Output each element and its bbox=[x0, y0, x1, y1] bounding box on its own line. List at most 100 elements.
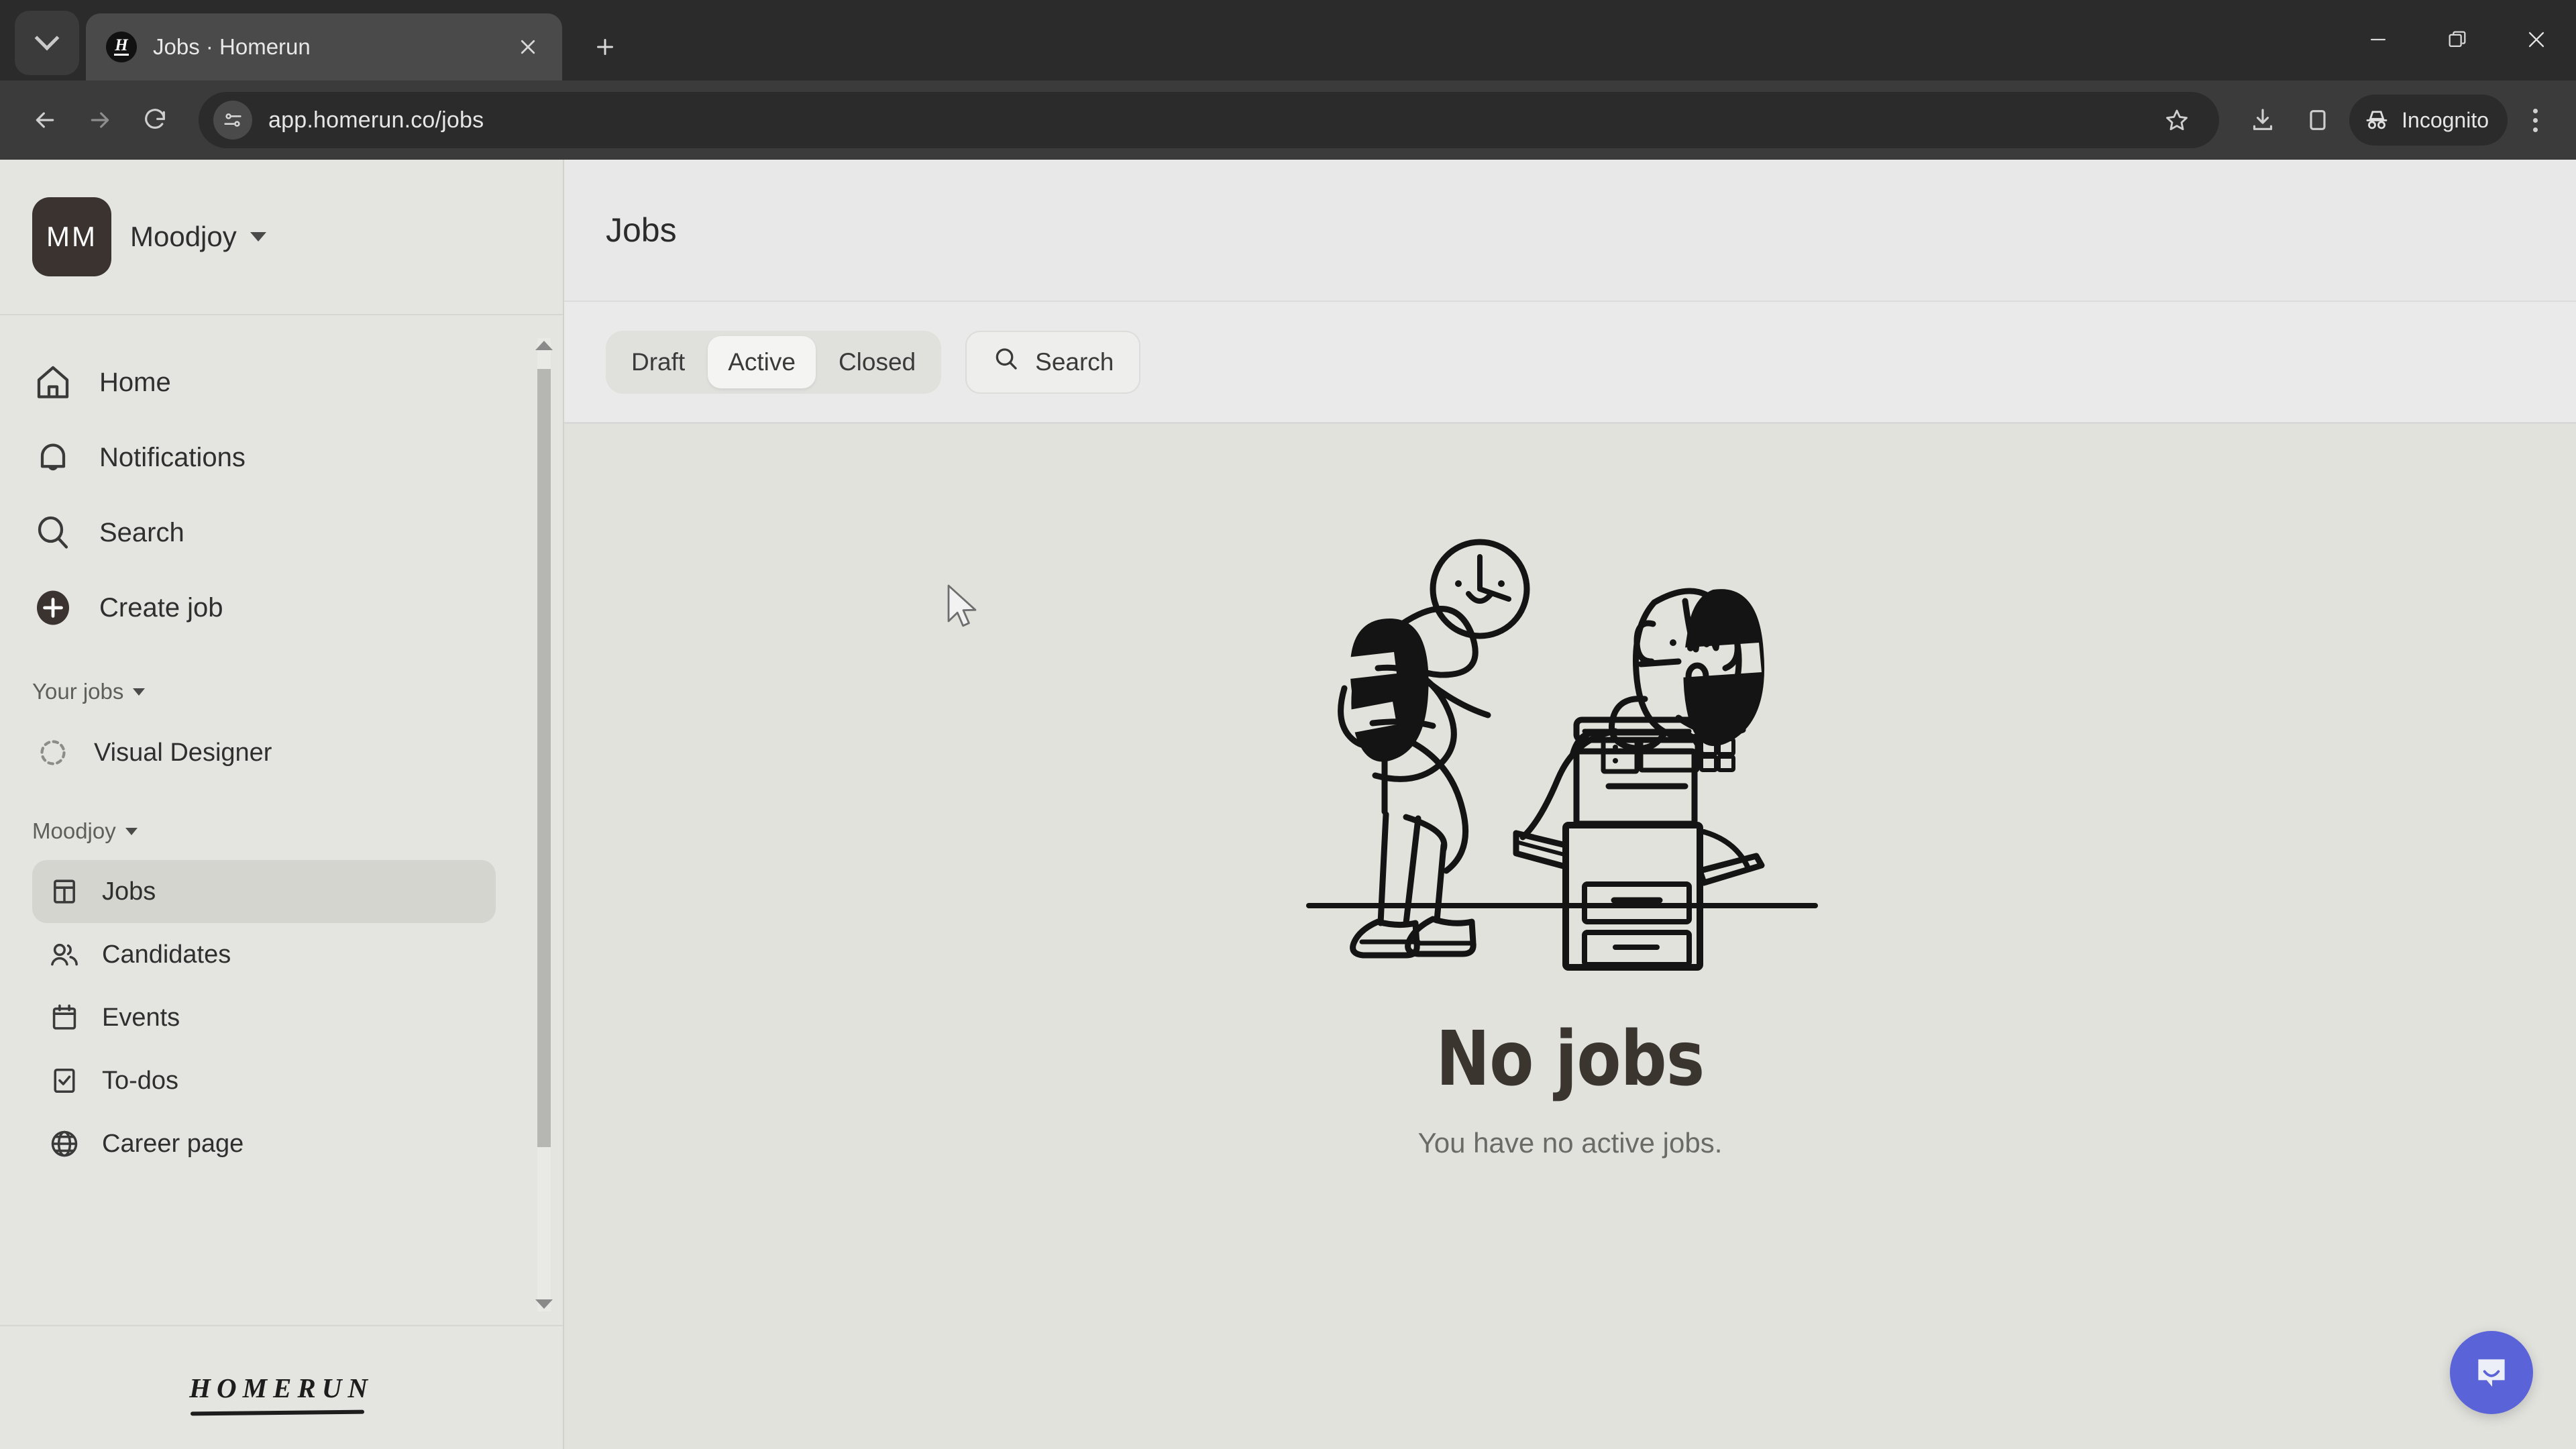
empty-state: No jobs You have no active jobs. bbox=[564, 424, 2576, 1449]
incognito-label: Incognito bbox=[2402, 107, 2489, 132]
incognito-indicator[interactable]: Incognito bbox=[2349, 95, 2508, 146]
sidebar-item-label: To-dos bbox=[102, 1066, 179, 1095]
empty-state-illustration bbox=[1305, 539, 1818, 971]
sidebar-item-label: Search bbox=[99, 517, 184, 547]
chevron-down-icon bbox=[250, 232, 266, 241]
search-button-label: Search bbox=[1035, 347, 1114, 376]
sidebar-item-label: Career page bbox=[102, 1129, 244, 1158]
chevron-down-icon bbox=[34, 25, 60, 51]
avatar: MM bbox=[32, 197, 111, 276]
side-panel-button[interactable] bbox=[2290, 93, 2345, 148]
sidebar-group-your-jobs[interactable]: Your jobs bbox=[0, 663, 563, 720]
status-filter-group: Draft Active Closed bbox=[606, 330, 942, 394]
sidebar-item-search[interactable]: Search bbox=[0, 495, 563, 570]
menu-dot bbox=[2532, 117, 2538, 123]
homerun-wordmark: HOMERUN bbox=[189, 1372, 374, 1403]
search-icon bbox=[32, 512, 74, 553]
sidebar-item-label: Events bbox=[102, 1003, 180, 1032]
menu-dot bbox=[2532, 108, 2538, 113]
empty-state-heading: No jobs bbox=[1436, 1016, 1705, 1103]
omnibox-actions bbox=[2149, 93, 2204, 148]
sidebar-item-to-dos[interactable]: To-dos bbox=[32, 1049, 496, 1112]
sidebar-item-jobs[interactable]: Jobs bbox=[32, 860, 496, 923]
sidebar-footer: HOMERUN bbox=[0, 1325, 563, 1449]
search-button[interactable]: Search bbox=[965, 330, 1141, 394]
forward-button[interactable] bbox=[72, 93, 127, 148]
site-settings-icon[interactable] bbox=[213, 101, 252, 140]
filter-tab-closed[interactable]: Closed bbox=[818, 336, 936, 388]
chat-launcher-button[interactable] bbox=[2450, 1331, 2533, 1414]
globe-icon bbox=[47, 1126, 82, 1161]
tab-search-button[interactable] bbox=[15, 11, 79, 75]
group-label: Moodjoy bbox=[32, 818, 116, 843]
close-tab-button[interactable] bbox=[508, 28, 547, 66]
maximize-restore-button[interactable] bbox=[2418, 0, 2497, 79]
dashed-circle-icon bbox=[38, 737, 68, 768]
downloads-button[interactable] bbox=[2235, 93, 2290, 148]
tab-strip: H Jobs · Homerun bbox=[0, 0, 2576, 80]
filter-toolbar: Draft Active Closed Search bbox=[564, 302, 2576, 424]
sidebar-item-events[interactable]: Events bbox=[32, 986, 496, 1049]
main-content: Jobs Draft Active Closed Search No jobs … bbox=[564, 160, 2576, 1449]
checkbox-icon bbox=[47, 1063, 82, 1098]
favicon-letter: H bbox=[115, 36, 128, 54]
chevron-down-icon bbox=[133, 688, 146, 696]
empty-state-subtext: You have no active jobs. bbox=[1417, 1127, 1723, 1159]
sidebar-item-label: Create job bbox=[99, 592, 223, 623]
scrollbar-thumb[interactable] bbox=[537, 369, 551, 1147]
bookmark-star-icon[interactable] bbox=[2149, 93, 2204, 148]
sidebar-item-notifications[interactable]: Notifications bbox=[0, 420, 563, 495]
sidebar-group-moodjoy[interactable]: Moodjoy bbox=[0, 802, 563, 860]
calendar-icon bbox=[47, 1000, 82, 1035]
home-icon bbox=[32, 362, 74, 403]
window-controls bbox=[2339, 0, 2576, 79]
sidebar-item-label: Notifications bbox=[99, 442, 246, 472]
sidebar-item-career-page[interactable]: Career page bbox=[32, 1112, 496, 1175]
chrome-menu-button[interactable] bbox=[2512, 93, 2559, 148]
sidebar-item-create-job[interactable]: Create job bbox=[0, 570, 563, 645]
board-icon bbox=[47, 874, 82, 909]
homerun-logo: HOMERUN bbox=[189, 1372, 374, 1415]
chat-bubble-icon bbox=[2478, 1359, 2505, 1387]
browser-toolbar: app.homerun.co/jobs Incognito bbox=[0, 80, 2576, 160]
menu-dot bbox=[2532, 127, 2538, 132]
avatar-initials: MM bbox=[46, 221, 97, 252]
page-title: Jobs bbox=[606, 211, 677, 249]
search-icon bbox=[992, 345, 1020, 379]
sidebar-item-label: Jobs bbox=[102, 877, 156, 906]
back-button[interactable] bbox=[17, 93, 72, 148]
browser-window: H Jobs · Homerun app.homerun.co/jobs Inc… bbox=[0, 0, 2576, 1449]
app-sidebar: MM Moodjoy Home Notifications Search Cre… bbox=[0, 160, 564, 1449]
sidebar-item-home[interactable]: Home bbox=[0, 345, 563, 420]
homerun-underline bbox=[191, 1409, 364, 1415]
sidebar-scrollbar[interactable] bbox=[531, 338, 557, 1311]
filter-tab-draft[interactable]: Draft bbox=[611, 336, 705, 388]
workspace-switcher[interactable]: MM Moodjoy bbox=[0, 160, 563, 315]
sidebar-item-label: Home bbox=[99, 367, 171, 397]
browser-tab[interactable]: H Jobs · Homerun bbox=[86, 13, 562, 80]
plus-circle-icon bbox=[32, 587, 74, 629]
sidebar-item-candidates[interactable]: Candidates bbox=[32, 923, 496, 986]
close-window-button[interactable] bbox=[2497, 0, 2576, 79]
scroll-up-arrow-icon[interactable] bbox=[535, 341, 553, 350]
favicon-homerun-icon: H bbox=[106, 32, 137, 62]
url-text: app.homerun.co/jobs bbox=[268, 107, 484, 133]
favicon-underline bbox=[114, 54, 129, 56]
page-header: Jobs bbox=[564, 160, 2576, 302]
address-bar[interactable]: app.homerun.co/jobs bbox=[199, 92, 2220, 148]
sidebar-item-visual-designer[interactable]: Visual Designer bbox=[0, 720, 563, 785]
sidebar-item-label: Candidates bbox=[102, 940, 231, 969]
group-label: Your jobs bbox=[32, 679, 124, 704]
bell-icon bbox=[32, 437, 74, 478]
page-viewport: MM Moodjoy Home Notifications Search Cre… bbox=[0, 160, 2576, 1449]
sidebar-scroll-area: Home Notifications Search Create job You… bbox=[0, 315, 563, 1325]
filter-tab-active[interactable]: Active bbox=[708, 335, 816, 388]
workspace-name: Moodjoy bbox=[130, 221, 237, 252]
new-tab-button[interactable] bbox=[580, 21, 631, 72]
scroll-down-arrow-icon[interactable] bbox=[535, 1299, 553, 1309]
sidebar-item-label: Visual Designer bbox=[94, 738, 272, 767]
people-icon bbox=[47, 937, 82, 972]
minimize-button[interactable] bbox=[2339, 0, 2418, 79]
tab-title: Jobs · Homerun bbox=[153, 34, 311, 59]
reload-button[interactable] bbox=[127, 93, 182, 148]
